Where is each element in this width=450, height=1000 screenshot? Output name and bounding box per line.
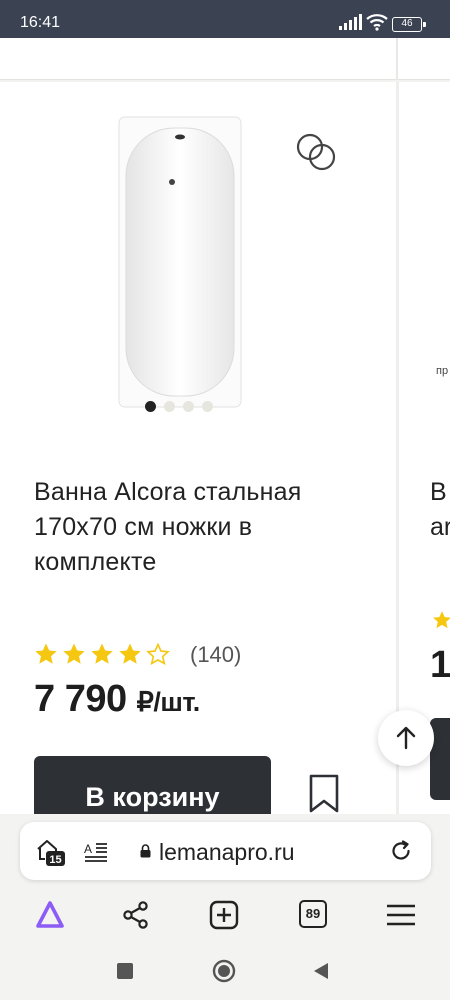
status-time: 16:41 <box>20 14 61 31</box>
menu-icon[interactable] <box>385 899 417 931</box>
reviews-count[interactable]: (140) <box>190 642 241 668</box>
alice-icon[interactable] <box>34 899 66 931</box>
next-card-price: 1 <box>430 644 450 686</box>
scroll-up-button[interactable] <box>378 710 434 766</box>
star-filled-icon <box>63 643 85 664</box>
home-tabs-icon[interactable]: 15 <box>36 837 66 867</box>
price-unit: ₽/шт. <box>136 687 201 717</box>
back-icon[interactable] <box>312 962 330 980</box>
add-to-cart-button[interactable]: В корзину <box>34 756 271 822</box>
next-card-label: пр <box>436 365 449 377</box>
product-image[interactable] <box>118 116 242 408</box>
star-filled-icon <box>433 611 450 629</box>
gallery-dot[interactable] <box>183 401 194 412</box>
gallery-dot[interactable] <box>145 401 156 412</box>
reload-icon[interactable] <box>390 840 412 862</box>
url-text[interactable]: lemanapro.ru <box>159 839 295 866</box>
gallery-dot[interactable] <box>164 401 175 412</box>
new-tab-icon[interactable] <box>208 899 240 931</box>
gallery-dot[interactable] <box>202 401 213 412</box>
product-title[interactable]: Ванна Alcora стальная 170х70 см ножки в … <box>34 475 374 580</box>
share-icon[interactable] <box>120 899 152 931</box>
wifi-icon <box>366 14 388 31</box>
recent-apps-icon[interactable] <box>116 962 134 980</box>
arrow-up-icon <box>396 726 416 750</box>
compare-icon[interactable] <box>294 130 338 174</box>
signal-icon <box>339 14 362 30</box>
next-card-title[interactable]: В ar <box>430 475 450 545</box>
star-filled-icon <box>119 643 141 664</box>
product-price: 7 790 ₽/шт. <box>34 678 200 721</box>
bookmark-icon[interactable] <box>308 774 340 814</box>
gallery-dots[interactable] <box>145 401 213 412</box>
svg-text:A: A <box>84 842 92 856</box>
home-icon[interactable] <box>212 959 236 983</box>
status-bar: 16:41 46 <box>0 0 450 38</box>
star-filled-icon <box>91 643 113 664</box>
reader-icon[interactable]: A <box>84 840 108 864</box>
svg-text:15: 15 <box>49 854 61 866</box>
star-filled-icon <box>35 643 57 664</box>
previous-row-strip <box>0 38 450 80</box>
open-tabs-button[interactable]: 89 <box>299 900 327 928</box>
price-value: 7 790 <box>34 678 127 720</box>
star-empty-icon <box>146 642 170 666</box>
battery-icon: 46 <box>392 17 426 32</box>
lock-icon <box>140 844 151 858</box>
rating-stars <box>34 642 170 666</box>
